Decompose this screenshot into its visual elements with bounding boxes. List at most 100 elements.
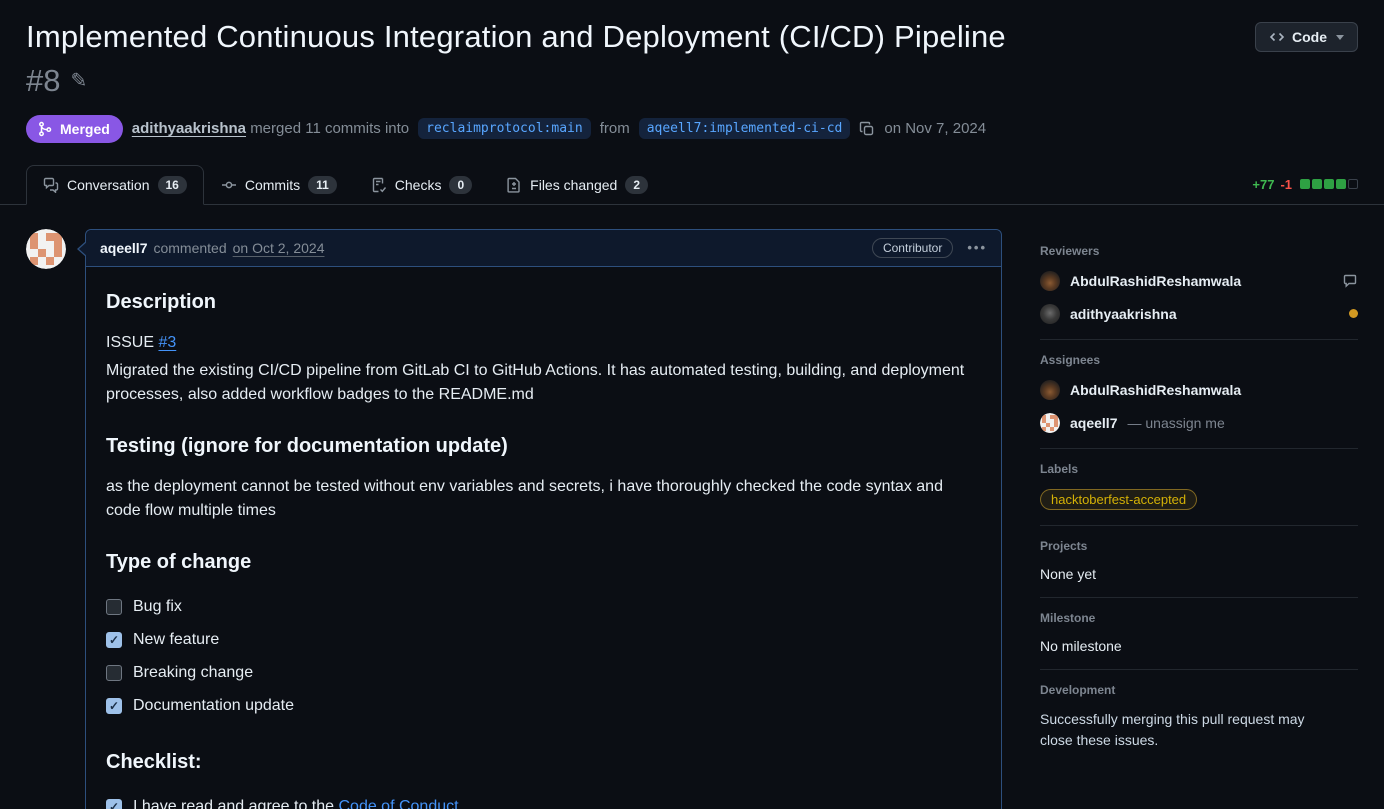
- avatar[interactable]: [26, 229, 66, 269]
- pr-tabnav: Conversation 16 Commits 11 Checks 0 File…: [0, 165, 1384, 205]
- tab-commits-count: 11: [308, 176, 337, 194]
- sidebar-section-milestone: Milestone No milestone: [1040, 598, 1358, 670]
- issue-link[interactable]: #3: [158, 334, 176, 351]
- merge-summary: adithyaakrishna merged 11 commits into: [132, 120, 409, 137]
- checkbox-documentation-update: [106, 698, 122, 714]
- tab-files-changed-count: 2: [625, 176, 648, 194]
- task-label: Documentation update: [133, 694, 294, 718]
- tab-files-changed[interactable]: Files changed 2: [489, 165, 665, 205]
- comment-author-link[interactable]: aqeell7: [100, 240, 147, 256]
- kebab-menu-icon[interactable]: •••: [967, 240, 987, 255]
- tab-checks-count: 0: [449, 176, 472, 194]
- task-label: Breaking change: [133, 661, 253, 685]
- checkbox-new-feature: [106, 632, 122, 648]
- code-of-conduct-link[interactable]: Code of Conduct: [338, 798, 458, 809]
- assignee-name[interactable]: aqeell7: [1070, 415, 1117, 431]
- tab-files-changed-label: Files changed: [530, 177, 617, 193]
- tab-conversation-label: Conversation: [67, 177, 150, 193]
- sidebar-section-reviewers: Reviewers AbdulRashidReshamwala adithyaa…: [1040, 231, 1358, 340]
- comment-body: Description ISSUE #3 Migrated the existi…: [86, 267, 1001, 809]
- checklist-list: I have read and agree to the Code of Con…: [106, 791, 981, 809]
- pr-number: #8: [26, 63, 60, 99]
- assignee-row: aqeell7 — unassign me: [1040, 413, 1358, 433]
- avatar[interactable]: [1040, 380, 1060, 400]
- assignee-name[interactable]: AbdulRashidReshamwala: [1070, 382, 1241, 398]
- diff-block: [1336, 179, 1346, 189]
- labels-heading[interactable]: Labels: [1040, 462, 1358, 476]
- reviewers-heading[interactable]: Reviewers: [1040, 244, 1358, 258]
- projects-value: None yet: [1040, 566, 1358, 582]
- tab-commits[interactable]: Commits 11: [204, 165, 354, 205]
- comment-date-link[interactable]: on Oct 2, 2024: [233, 240, 325, 256]
- conversation-thread: aqeell7 commented on Oct 2, 2024 Contrib…: [26, 229, 1002, 809]
- head-branch-label[interactable]: aqeell7:implemented-ci-cd: [639, 118, 851, 139]
- comment-discussion-icon: [43, 177, 59, 193]
- assignees-heading[interactable]: Assignees: [1040, 353, 1358, 367]
- code-icon: [1269, 29, 1285, 45]
- issue-prefix: ISSUE: [106, 334, 158, 351]
- avatar[interactable]: [1040, 413, 1060, 433]
- unassign-link[interactable]: — unassign me: [1127, 415, 1224, 431]
- testing-text: as the deployment cannot be tested witho…: [106, 475, 966, 523]
- sidebar-section-labels: Labels hacktoberfest-accepted: [1040, 449, 1358, 526]
- task-label: Bug fix: [133, 595, 182, 619]
- merge-action-text: merged 11 commits into: [250, 120, 409, 137]
- code-button[interactable]: Code: [1255, 22, 1358, 52]
- label-hacktoberfest-accepted[interactable]: hacktoberfest-accepted: [1040, 489, 1197, 510]
- comment-bubble-icon: [1342, 273, 1358, 289]
- merged-badge-label: Merged: [60, 121, 110, 137]
- list-item: I have read and agree to the Code of Con…: [106, 791, 981, 809]
- merge-author-link[interactable]: adithyaakrishna: [132, 120, 246, 137]
- from-word: from: [600, 120, 630, 137]
- development-value: Successfully merging this pull request m…: [1040, 709, 1340, 752]
- avatar[interactable]: [1040, 304, 1060, 324]
- reviewer-status: [1349, 309, 1358, 318]
- reviewer-row: adithyaakrishna: [1040, 304, 1358, 324]
- task-label: New feature: [133, 628, 219, 652]
- merge-date: on Nov 7, 2024: [884, 120, 986, 137]
- tab-conversation[interactable]: Conversation 16: [26, 165, 204, 205]
- git-merge-icon: [37, 121, 53, 137]
- list-item: Breaking change: [106, 657, 981, 690]
- list-item: Documentation update: [106, 690, 981, 723]
- diff-block: [1312, 179, 1322, 189]
- description-heading: Description: [106, 287, 981, 317]
- tab-commits-label: Commits: [245, 177, 300, 193]
- checkbox-code-of-conduct: [106, 799, 122, 809]
- type-of-change-heading: Type of change: [106, 547, 981, 577]
- issue-line: ISSUE #3: [106, 331, 966, 355]
- description-text: Migrated the existing CI/CD pipeline fro…: [106, 359, 966, 407]
- reviewer-name[interactable]: adithyaakrishna: [1070, 306, 1177, 322]
- comment-header-right: Contributor •••: [872, 238, 987, 258]
- list-item: Bug fix: [106, 591, 981, 624]
- reviewer-name[interactable]: AbdulRashidReshamwala: [1070, 273, 1241, 289]
- diffstat-blocks: [1300, 179, 1358, 189]
- pr-number-line: #8 ✎: [26, 63, 1006, 99]
- tab-checks[interactable]: Checks 0: [354, 165, 489, 205]
- sidebar: Reviewers AbdulRashidReshamwala adithyaa…: [1040, 229, 1358, 767]
- page-title: Implemented Continuous Integration and D…: [26, 18, 1006, 57]
- merge-status-bar: Merged adithyaakrishna merged 11 commits…: [26, 115, 1358, 143]
- edit-title-icon[interactable]: ✎: [70, 68, 87, 93]
- diffstat-additions: +77: [1252, 177, 1274, 192]
- type-of-change-list: Bug fix New feature Breaking change Docu…: [106, 591, 981, 723]
- checklist-heading: Checklist:: [106, 747, 981, 777]
- projects-heading[interactable]: Projects: [1040, 539, 1358, 553]
- base-branch-label[interactable]: reclaimprotocol:main: [418, 118, 591, 139]
- diffstat: +77 -1: [1252, 177, 1358, 192]
- task-label: I have read and agree to the Code of Con…: [133, 795, 463, 809]
- checklist-icon: [371, 177, 387, 193]
- merged-badge: Merged: [26, 115, 123, 143]
- checkbox-bug-fix: [106, 599, 122, 615]
- diff-block: [1324, 179, 1334, 189]
- diff-block: [1348, 179, 1358, 189]
- development-heading[interactable]: Development: [1040, 683, 1358, 697]
- code-button-label: Code: [1292, 29, 1327, 45]
- main-content: aqeell7 commented on Oct 2, 2024 Contrib…: [0, 205, 1384, 809]
- copy-branch-icon[interactable]: [859, 121, 875, 137]
- avatar[interactable]: [1040, 271, 1060, 291]
- comment-header: aqeell7 commented on Oct 2, 2024 Contrib…: [86, 230, 1001, 267]
- pending-review-dot-icon: [1349, 309, 1358, 318]
- pr-header: Implemented Continuous Integration and D…: [26, 18, 1358, 99]
- milestone-heading[interactable]: Milestone: [1040, 611, 1358, 625]
